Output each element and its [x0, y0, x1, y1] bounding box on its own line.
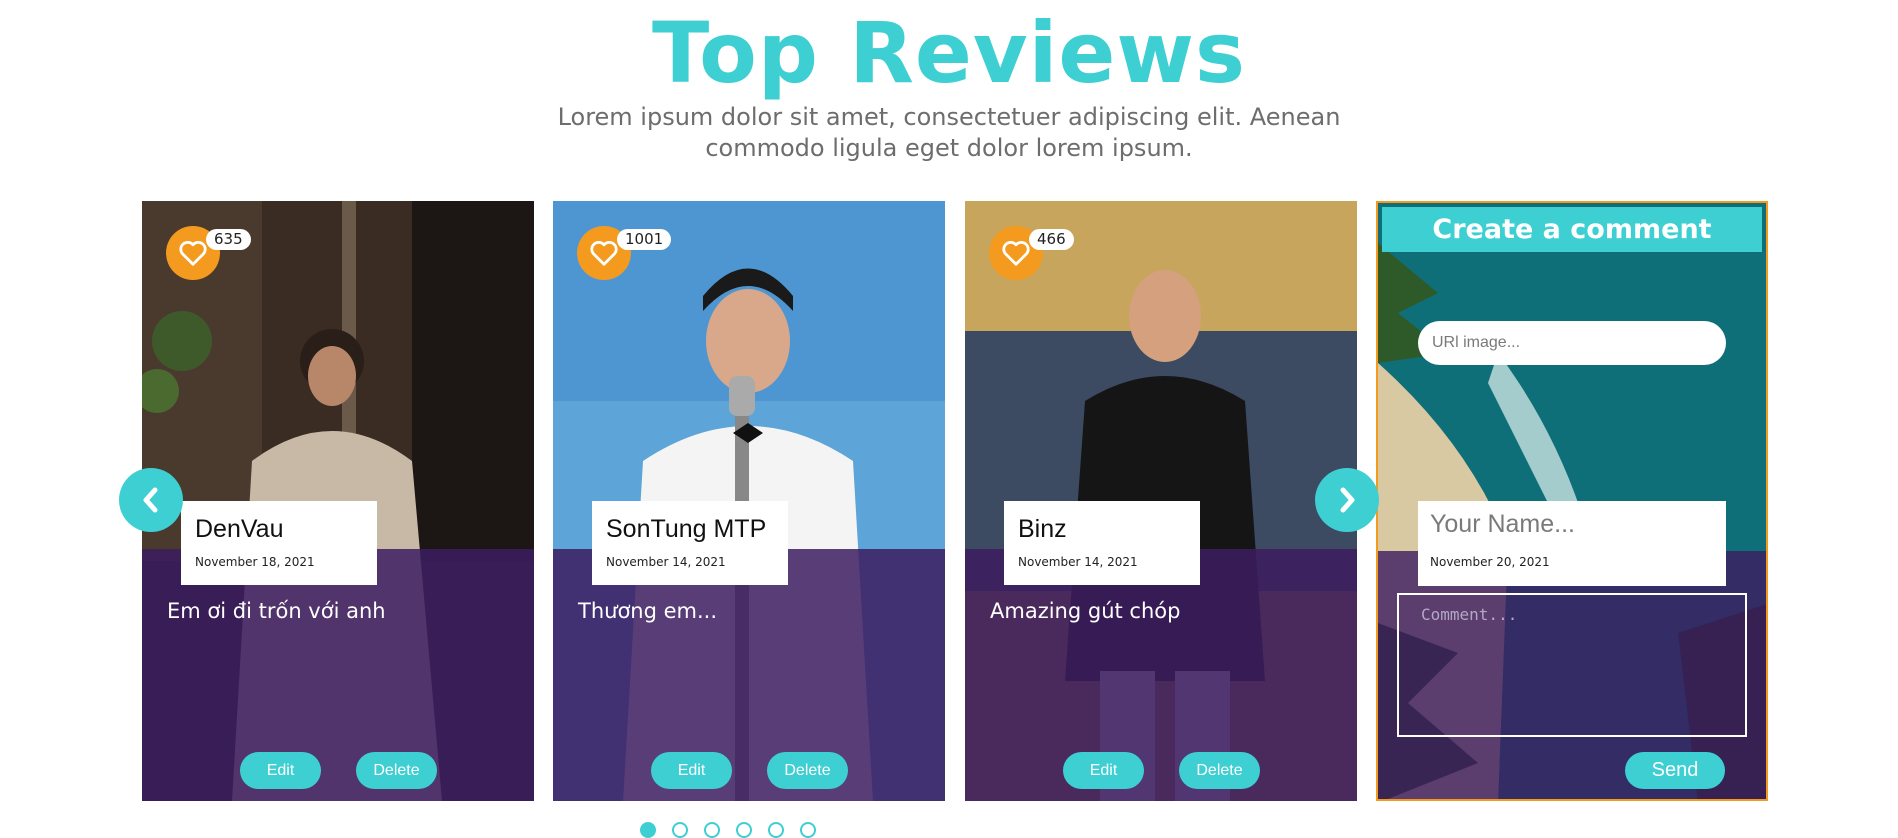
comment-textarea[interactable] [1397, 593, 1747, 737]
author-name: DenVau [195, 515, 284, 543]
author-name: Binz [1018, 515, 1067, 543]
comment-date: November 20, 2021 [1430, 555, 1550, 569]
pagination-dot[interactable] [672, 822, 688, 838]
heart-outline-icon [1002, 241, 1030, 266]
delete-button[interactable]: Delete [767, 752, 848, 789]
send-button[interactable]: Send [1625, 752, 1725, 789]
card-overlay [965, 549, 1357, 801]
review-card: 1001 SonTung MTP November 14, 2021 Thươn… [553, 201, 945, 801]
review-text: Em ơi đi trốn với anh [167, 599, 386, 623]
author-name: SonTung MTP [606, 515, 767, 543]
review-card: 466 Binz November 14, 2021 Amazing gút c… [965, 201, 1357, 801]
prev-arrow-button[interactable] [119, 468, 183, 532]
review-date: November 14, 2021 [1018, 555, 1138, 569]
pagination-dot[interactable] [768, 822, 784, 838]
create-comment-card: Create a comment November 20, 2021 Send [1376, 201, 1768, 801]
edit-button[interactable]: Edit [651, 752, 732, 789]
heart-outline-icon [179, 241, 207, 266]
review-text: Amazing gút chóp [990, 599, 1181, 623]
author-box: SonTung MTP November 14, 2021 [592, 501, 788, 585]
pagination-dot[interactable] [640, 822, 656, 838]
page-title: Top Reviews [652, 4, 1246, 102]
pagination-dot[interactable] [704, 822, 720, 838]
review-date: November 14, 2021 [606, 555, 726, 569]
edit-button[interactable]: Edit [1063, 752, 1144, 789]
like-count: 466 [1029, 229, 1074, 250]
edit-button[interactable]: Edit [240, 752, 321, 789]
pagination-dot[interactable] [800, 822, 816, 838]
create-comment-title: Create a comment [1382, 207, 1762, 252]
review-card: 635 DenVau November 18, 2021 Em ơi đi tr… [142, 201, 534, 801]
name-input[interactable] [1418, 501, 1726, 547]
chevron-right-icon [1340, 487, 1355, 513]
delete-button[interactable]: Delete [356, 752, 437, 789]
carousel-pagination [640, 822, 816, 838]
delete-button[interactable]: Delete [1179, 752, 1260, 789]
chevron-left-icon [143, 487, 158, 513]
review-text: Thương em... [578, 599, 718, 623]
author-box: Binz November 14, 2021 [1004, 501, 1200, 585]
card-overlay [553, 549, 945, 801]
image-url-input[interactable] [1418, 321, 1726, 365]
name-input-box: November 20, 2021 [1418, 501, 1726, 586]
review-date: November 18, 2021 [195, 555, 315, 569]
next-arrow-button[interactable] [1315, 468, 1379, 532]
like-count: 1001 [617, 229, 672, 250]
pagination-dot[interactable] [736, 822, 752, 838]
page-subtitle: Lorem ipsum dolor sit amet, consectetuer… [557, 103, 1341, 162]
like-count: 635 [206, 229, 251, 250]
author-box: DenVau November 18, 2021 [181, 501, 377, 585]
card-overlay [142, 549, 534, 801]
heart-outline-icon [590, 241, 618, 266]
